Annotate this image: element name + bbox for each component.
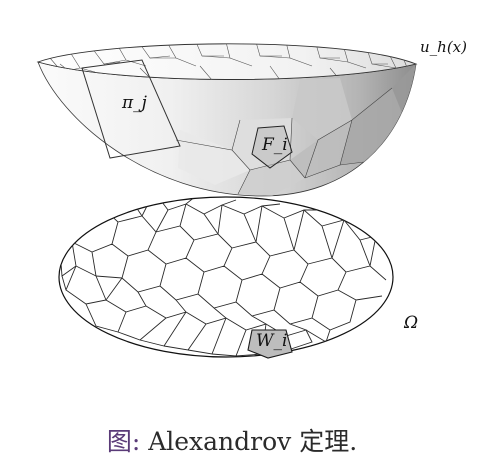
label-plane: π_j bbox=[121, 93, 148, 113]
label-surface: u_h(x) bbox=[420, 38, 467, 56]
figure-caption: 图: Alexandrov 定理. bbox=[0, 422, 464, 458]
alexandrov-diagram: u_h(x) π_j F_i Ω W_i bbox=[36, 38, 467, 359]
label-domain: Ω bbox=[403, 313, 418, 333]
caption-prefix: 图: bbox=[106, 427, 141, 456]
caption-text: Alexandrov 定理. bbox=[148, 427, 358, 456]
label-cell: W_i bbox=[256, 331, 287, 351]
domain-disk bbox=[58, 196, 394, 359]
convex-surface bbox=[36, 43, 418, 197]
label-face: F_i bbox=[261, 135, 288, 155]
